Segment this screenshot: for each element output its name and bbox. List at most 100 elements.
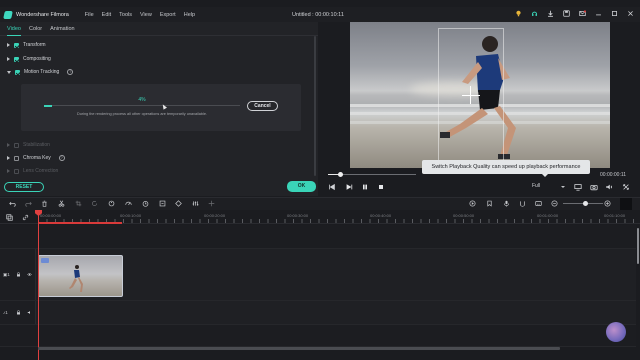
close-icon[interactable] bbox=[627, 10, 634, 17]
title-bar: Wondershare Filmora File Edit Tools View… bbox=[0, 7, 640, 22]
speed-icon[interactable] bbox=[125, 200, 132, 207]
track-number: 1 bbox=[7, 272, 10, 277]
maximize-icon[interactable] bbox=[611, 10, 618, 17]
fit-icon[interactable] bbox=[159, 200, 166, 207]
collapse-caret-icon[interactable] bbox=[7, 70, 11, 74]
duration-icon[interactable] bbox=[142, 200, 149, 207]
track-number: 1 bbox=[5, 310, 8, 315]
motion-tracking-checkbox[interactable] bbox=[15, 69, 20, 75]
preview-video[interactable] bbox=[350, 22, 610, 168]
tracking-box[interactable] bbox=[438, 28, 504, 168]
expand-caret-icon bbox=[7, 169, 10, 173]
zoom-slider[interactable] bbox=[563, 201, 603, 206]
help-icon[interactable]: ? bbox=[58, 155, 65, 161]
help-icon[interactable]: ? bbox=[67, 69, 74, 75]
app-name: Wondershare Filmora bbox=[16, 11, 69, 18]
monitor-icon[interactable] bbox=[574, 183, 582, 191]
scrollbar-thumb[interactable] bbox=[637, 228, 639, 264]
mail-icon[interactable] bbox=[579, 10, 586, 17]
play-icon[interactable] bbox=[345, 183, 353, 191]
scrubber-handle[interactable] bbox=[338, 172, 343, 177]
timeline-layout-toggle[interactable] bbox=[620, 198, 632, 210]
link-icon[interactable] bbox=[22, 214, 29, 221]
add-track-icon[interactable] bbox=[6, 214, 13, 221]
pause-icon[interactable] bbox=[361, 183, 369, 191]
expand-caret-icon[interactable] bbox=[7, 156, 10, 160]
undo-icon[interactable] bbox=[9, 200, 16, 207]
timeline-vertical-scrollbar[interactable] bbox=[636, 224, 640, 354]
zoom-in-icon[interactable] bbox=[604, 200, 611, 207]
stop-icon[interactable] bbox=[377, 183, 385, 191]
eye-icon[interactable] bbox=[27, 272, 32, 277]
ruler-time: 00:01:00:00 bbox=[537, 213, 559, 218]
expand-caret-icon[interactable] bbox=[7, 43, 10, 47]
playhead-line[interactable] bbox=[38, 211, 39, 360]
project-title: Untitled : 00:00:10:11 bbox=[292, 11, 344, 18]
render-range-bar bbox=[38, 222, 122, 224]
zoom-out-icon[interactable] bbox=[551, 200, 558, 207]
minimize-icon[interactable] bbox=[595, 10, 602, 17]
fullscreen-icon[interactable] bbox=[622, 183, 630, 191]
preview-scrubber[interactable] bbox=[328, 172, 416, 177]
filmora-logo-icon bbox=[3, 10, 13, 19]
lock-icon[interactable] bbox=[16, 272, 21, 277]
section-compositing[interactable]: Compositing bbox=[7, 56, 51, 62]
reset-button[interactable]: RESET bbox=[4, 182, 44, 192]
menu-help[interactable]: Help bbox=[184, 12, 195, 18]
chroma-key-checkbox[interactable] bbox=[14, 155, 19, 161]
timeline-horizontal-scrollbar[interactable] bbox=[38, 347, 560, 350]
previous-frame-icon[interactable] bbox=[328, 183, 336, 191]
tracking-crosshair bbox=[462, 95, 480, 96]
save-icon[interactable] bbox=[563, 10, 570, 17]
chevron-down-icon[interactable] bbox=[561, 186, 565, 188]
snapshot-icon[interactable] bbox=[590, 183, 598, 191]
delete-icon[interactable] bbox=[41, 200, 48, 207]
render-icon[interactable] bbox=[469, 200, 476, 207]
redo-icon[interactable] bbox=[25, 200, 32, 207]
panel-scrollbar[interactable] bbox=[314, 36, 316, 176]
audio-track-header: ♪1 bbox=[0, 301, 36, 324]
snap-icon[interactable] bbox=[519, 200, 526, 207]
playback-quality-select[interactable]: Full bbox=[532, 183, 540, 189]
audio-mixer-icon[interactable] bbox=[192, 200, 199, 207]
zoom-slider-handle[interactable] bbox=[583, 201, 588, 206]
tab-video[interactable]: Video bbox=[7, 22, 21, 36]
assistant-bubble-icon[interactable] bbox=[606, 322, 626, 342]
section-lens-correction: Lens Correction bbox=[7, 168, 58, 174]
split-screen-icon[interactable] bbox=[208, 200, 215, 207]
crop-icon[interactable] bbox=[75, 200, 82, 207]
subtitle-icon[interactable] bbox=[535, 200, 542, 207]
transform-checkbox[interactable] bbox=[14, 42, 19, 48]
compositing-checkbox[interactable] bbox=[14, 56, 19, 62]
section-motion-tracking[interactable]: Motion Tracking ? bbox=[7, 69, 74, 75]
ok-button[interactable]: OK bbox=[287, 181, 316, 192]
lock-icon[interactable] bbox=[16, 310, 21, 315]
menu-file[interactable]: File bbox=[85, 12, 94, 18]
section-transform[interactable]: Transform bbox=[7, 42, 46, 48]
section-chroma-key[interactable]: Chroma Key ? bbox=[7, 155, 65, 161]
cut-icon[interactable] bbox=[58, 200, 65, 207]
tab-color[interactable]: Color bbox=[29, 22, 42, 36]
menu-export[interactable]: Export bbox=[160, 12, 176, 18]
marker-icon[interactable] bbox=[486, 200, 493, 207]
tab-animation[interactable]: Animation bbox=[50, 22, 74, 36]
expand-caret-icon[interactable] bbox=[7, 57, 10, 61]
menu-view[interactable]: View bbox=[140, 12, 152, 18]
volume-icon[interactable] bbox=[605, 183, 613, 191]
keyframe-icon[interactable] bbox=[175, 200, 182, 207]
tracking-progress-fill bbox=[44, 104, 52, 107]
menu-tools[interactable]: Tools bbox=[119, 12, 132, 18]
voiceover-icon[interactable] bbox=[503, 200, 510, 207]
menu-edit[interactable]: Edit bbox=[102, 12, 111, 18]
color-icon[interactable] bbox=[108, 200, 115, 207]
cancel-tracking-button[interactable]: Cancel bbox=[247, 101, 278, 111]
bulb-icon[interactable] bbox=[515, 10, 522, 17]
rotate-icon[interactable] bbox=[91, 200, 98, 207]
download-icon[interactable] bbox=[547, 10, 554, 17]
speaker-icon[interactable] bbox=[27, 310, 32, 315]
video-clip[interactable] bbox=[38, 255, 123, 297]
ruler-time: 00:01:10:00 bbox=[604, 213, 626, 218]
ruler-time: 00:00:10:00 bbox=[120, 213, 142, 218]
empty-track-area bbox=[0, 225, 636, 249]
headset-icon[interactable] bbox=[531, 10, 538, 17]
